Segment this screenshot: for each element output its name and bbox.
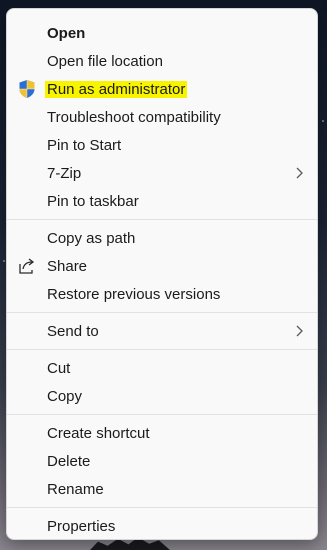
menu-item-run-as-administrator[interactable]: Run as administrator	[7, 75, 317, 103]
menu-item-open-file-location[interactable]: Open file location	[7, 47, 317, 75]
menu-item-label: Copy as path	[47, 229, 136, 247]
menu-item-send-to[interactable]: Send to	[7, 317, 317, 345]
menu-item-rename[interactable]: Rename	[7, 475, 317, 503]
menu-item-label: Properties	[47, 517, 116, 535]
menu-item-copy[interactable]: Copy	[7, 382, 317, 410]
menu-item-label: Troubleshoot compatibility	[47, 108, 221, 126]
menu-item-label: Open file location	[47, 52, 163, 70]
chevron-right-icon	[293, 166, 305, 180]
menu-item-label: Create shortcut	[47, 424, 150, 442]
menu-item-delete[interactable]: Delete	[7, 447, 317, 475]
menu-separator	[7, 349, 317, 350]
menu-item-label: Share	[47, 257, 88, 275]
menu-item-pin-to-start[interactable]: Pin to Start	[7, 131, 317, 159]
menu-item-label: Open	[47, 24, 86, 42]
menu-item-copy-as-path[interactable]: Copy as path	[7, 224, 317, 252]
menu-item-create-shortcut[interactable]: Create shortcut	[7, 419, 317, 447]
menu-item-label: Cut	[47, 359, 71, 377]
menu-item-label: Delete	[47, 452, 91, 470]
menu-item-label: Pin to taskbar	[47, 192, 139, 210]
share-icon	[17, 256, 37, 276]
menu-separator	[7, 312, 317, 313]
menu-item-open[interactable]: Open	[7, 19, 317, 47]
chevron-right-icon	[293, 324, 305, 338]
uac-shield-icon	[17, 79, 37, 99]
star-dot	[322, 120, 324, 122]
menu-item-label: Send to	[47, 322, 99, 340]
menu-separator	[7, 507, 317, 508]
menu-item-troubleshoot-compatibility[interactable]: Troubleshoot compatibility	[7, 103, 317, 131]
menu-item-properties[interactable]: Properties	[7, 512, 317, 540]
menu-item-7-zip[interactable]: 7-Zip	[7, 159, 317, 187]
menu-item-cut[interactable]: Cut	[7, 354, 317, 382]
menu-item-label: 7-Zip	[47, 164, 82, 182]
menu-separator	[7, 414, 317, 415]
menu-item-label: Run as administrator	[45, 80, 188, 98]
star-dot	[3, 260, 5, 262]
menu-item-share[interactable]: Share	[7, 252, 317, 280]
menu-item-pin-to-taskbar[interactable]: Pin to taskbar	[7, 187, 317, 215]
menu-item-label: Copy	[47, 387, 83, 405]
menu-item-label: Pin to Start	[47, 136, 122, 154]
menu-item-restore-previous-versions[interactable]: Restore previous versions	[7, 280, 317, 308]
menu-item-label: Restore previous versions	[47, 285, 221, 303]
context-menu: Open Open file location Run as administr…	[6, 8, 318, 540]
menu-item-label: Rename	[47, 480, 104, 498]
menu-separator	[7, 219, 317, 220]
